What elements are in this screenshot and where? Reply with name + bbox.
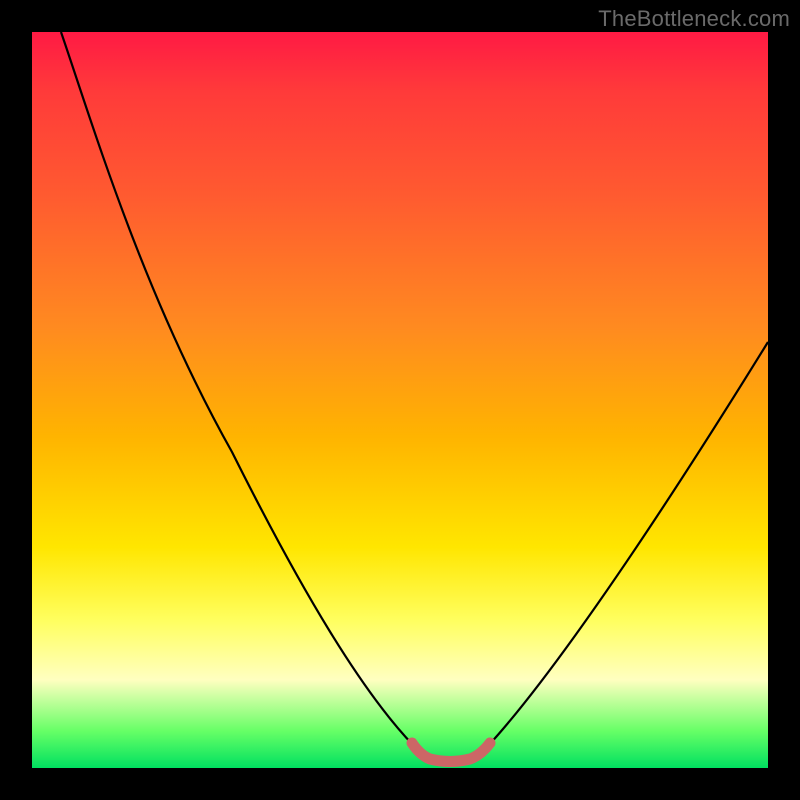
attribution-text: TheBottleneck.com [598, 6, 790, 32]
bottleneck-curve [61, 32, 768, 762]
sweet-spot-curve [412, 743, 490, 762]
chart-svg [32, 32, 768, 768]
plot-area [32, 32, 768, 768]
chart-frame: TheBottleneck.com [0, 0, 800, 800]
